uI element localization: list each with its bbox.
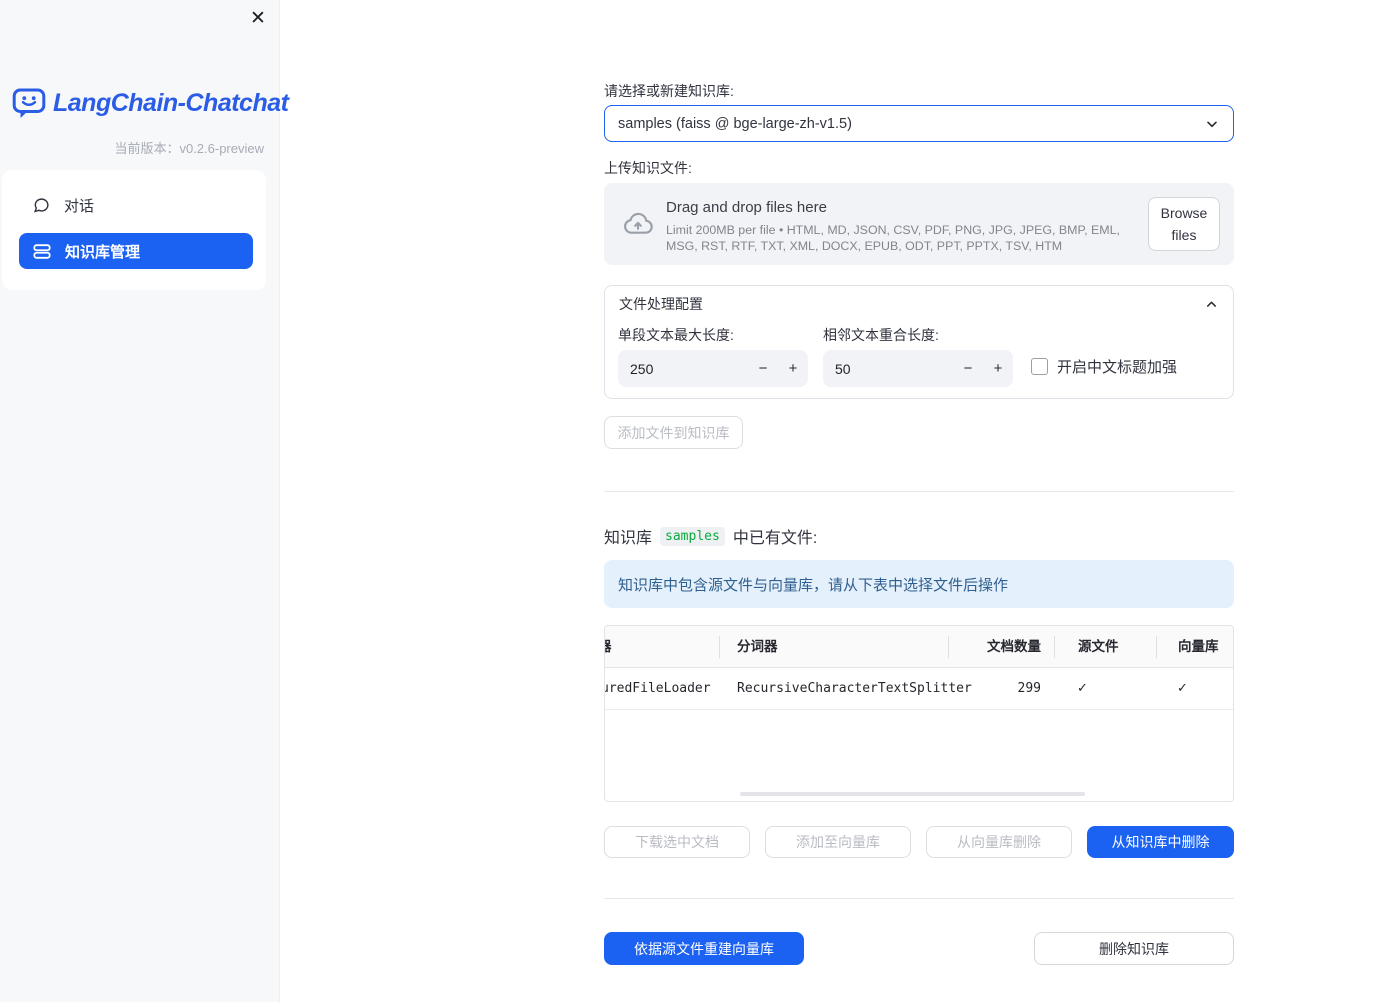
sidebar: ✕ LangChain-Chatchat 当前版本：v0.2.6-preview [0, 0, 289, 1002]
kb-name-code: samples [660, 526, 725, 546]
zh-title-enhance-label[interactable]: 开启中文标题加强 [1057, 356, 1177, 377]
dropzone-limit-text: Limit 200MB per file • HTML, MD, JSON, C… [666, 223, 1120, 253]
download-selected-button[interactable]: 下载选中文档 [604, 826, 750, 858]
chunk-size-value[interactable]: 250 [618, 361, 748, 377]
table-header-row: 器 分词器 文档数量 源文件 向量库 [605, 626, 1233, 668]
table-header-vector: 向量库 [1178, 639, 1219, 654]
logo: LangChain-Chatchat [12, 87, 289, 119]
sidebar-item-label: 对话 [64, 197, 95, 215]
chevron-down-icon [1204, 116, 1220, 132]
sidebar-item-label: 知识库管理 [65, 243, 141, 261]
sidebar-close-button[interactable]: ✕ [244, 4, 272, 32]
divider [604, 898, 1234, 899]
decrement-button[interactable]: − [748, 350, 778, 387]
close-icon: ✕ [250, 7, 266, 29]
rebuild-vector-store-button[interactable]: 依据源文件重建向量库 [604, 932, 804, 965]
chunk-size-label: 单段文本最大长度: [618, 327, 734, 343]
database-icon [33, 243, 51, 260]
sidebar-menu: 对话 知识库管理 [2, 170, 266, 290]
app-window: ✕ LangChain-Chatchat 当前版本：v0.2.6-preview [0, 0, 1380, 1002]
chat-icon [33, 197, 50, 214]
overlap-size-value[interactable]: 50 [823, 361, 953, 377]
increment-button[interactable]: + [983, 350, 1013, 387]
delete-from-kb-button[interactable]: 从知识库中删除 [1087, 826, 1234, 858]
kb-select-label: 请选择或新建知识库: [604, 83, 734, 99]
cell-vector-check[interactable]: ✓ [1177, 668, 1188, 710]
add-to-vector-store-button[interactable]: 添加至向量库 [765, 826, 911, 858]
add-files-button[interactable]: 添加文件到知识库 [604, 416, 743, 449]
decrement-button[interactable]: − [953, 350, 983, 387]
table-header-doc-count: 文档数量 [987, 639, 1041, 654]
table-header-splitter: 分词器 [737, 639, 778, 654]
version-value: v0.2.6-preview [179, 141, 264, 156]
expander-title: 文件处理配置 [619, 296, 703, 312]
cloud-upload-icon [621, 208, 655, 240]
version-label: 当前版本： [114, 141, 180, 156]
cell-source-check[interactable]: ✓ [1077, 668, 1088, 710]
cell-loader[interactable]: uredFileLoader [605, 668, 711, 710]
files-table: 器 分词器 文档数量 源文件 向量库 uredFileLoader Recurs… [604, 625, 1234, 802]
version-line: 当前版本：v0.2.6-preview [114, 138, 264, 157]
info-text: 知识库中包含源文件与向量库，请从下表中选择文件后操作 [618, 576, 1009, 594]
kb-files-suffix: 中已有文件: [732, 530, 818, 547]
logo-text: LangChain-Chatchat [53, 88, 289, 117]
table-row[interactable]: uredFileLoader RecursiveCharacterTextSpl… [605, 668, 1233, 710]
overlap-size-label: 相邻文本重合长度: [823, 327, 939, 343]
table-header-loader: 器 [605, 626, 612, 668]
cell-splitter[interactable]: RecursiveCharacterTextSplitter [737, 668, 972, 710]
cell-doc-count[interactable]: 299 [1018, 668, 1041, 710]
file-dropzone[interactable]: Drag and drop files here Limit 200MB per… [604, 183, 1234, 265]
delete-from-vector-store-button[interactable]: 从向量库删除 [926, 826, 1072, 858]
dropzone-title: Drag and drop files here [666, 199, 827, 216]
chevron-up-icon [1204, 297, 1219, 312]
divider [604, 491, 1234, 492]
delete-kb-button[interactable]: 删除知识库 [1034, 932, 1234, 965]
horizontal-scrollbar[interactable] [740, 792, 1085, 796]
increment-button[interactable]: + [778, 350, 808, 387]
overlap-size-input: 50 − + [823, 350, 1013, 387]
zh-title-enhance-checkbox[interactable] [1031, 358, 1048, 375]
kb-files-prefix: 知识库 [604, 530, 653, 547]
chunk-size-input: 250 − + [618, 350, 808, 387]
upload-label: 上传知识文件: [604, 160, 692, 176]
chat-bubble-logo-icon [12, 87, 46, 119]
table-header-source: 源文件 [1078, 639, 1119, 654]
kb-select-value: samples (faiss @ bge-large-zh-v1.5) [618, 115, 852, 132]
expander-header[interactable]: 文件处理配置 [605, 286, 1233, 322]
info-banner: 知识库中包含源文件与向量库，请从下表中选择文件后操作 [604, 560, 1234, 608]
kb-files-heading: 知识库 samples 中已有文件: [604, 524, 817, 548]
sidebar-item-chat[interactable]: 对话 [19, 187, 253, 223]
browse-files-button[interactable]: Browse files [1148, 197, 1220, 251]
kb-select[interactable]: samples (faiss @ bge-large-zh-v1.5) [604, 105, 1234, 142]
sidebar-item-knowledge-base[interactable]: 知识库管理 [19, 233, 253, 269]
zh-title-enhance-row: 开启中文标题加强 [1031, 356, 1177, 377]
